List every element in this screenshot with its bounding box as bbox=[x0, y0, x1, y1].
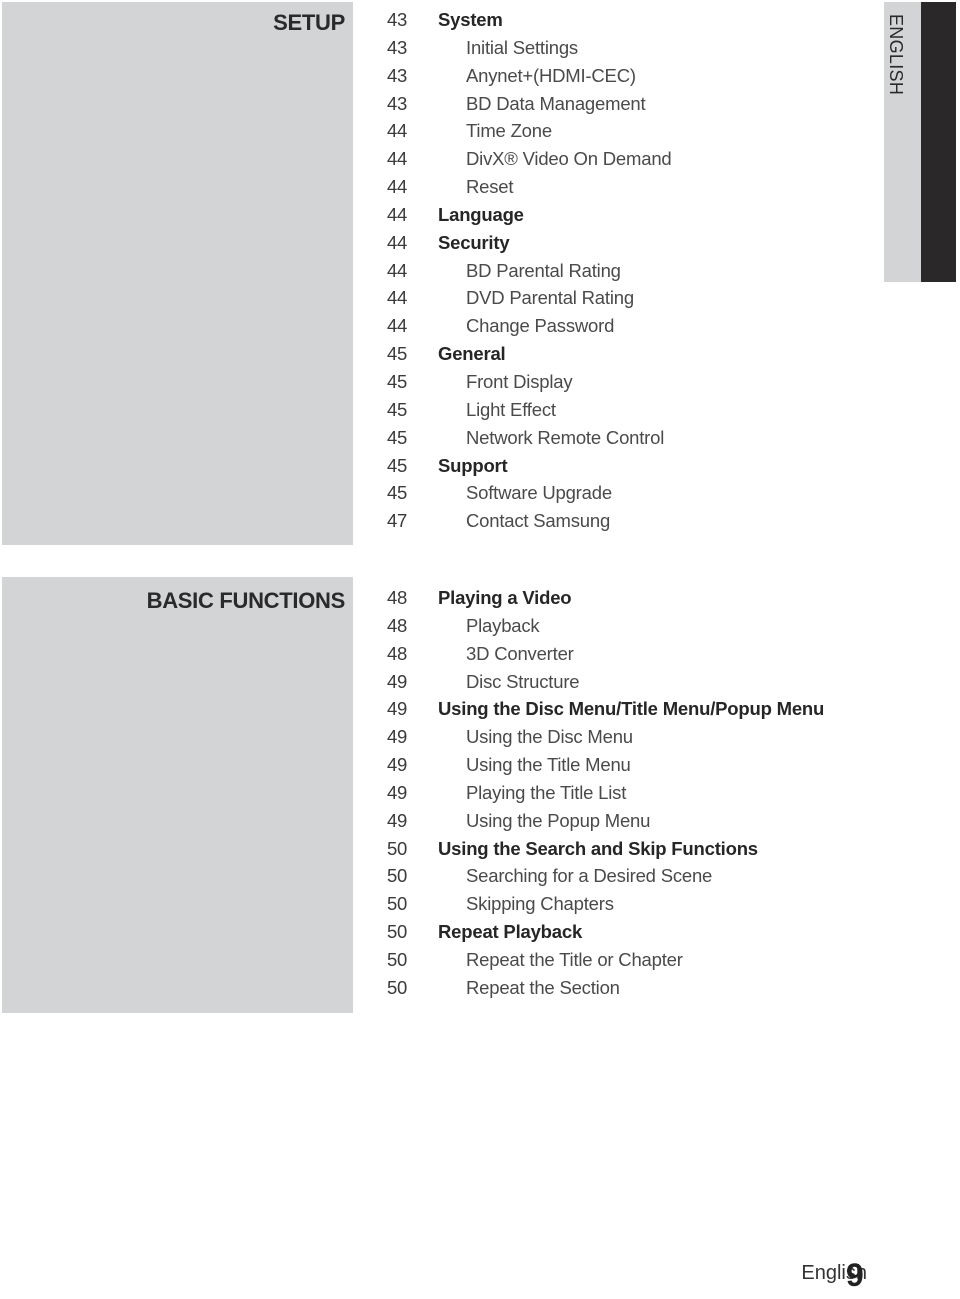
toc-page-number: 49 bbox=[387, 781, 407, 803]
toc-page-number: 49 bbox=[387, 809, 407, 831]
language-tab-label: ENGLISH bbox=[886, 14, 906, 96]
section-header-bar bbox=[2, 577, 353, 1013]
toc-page-number: 44 bbox=[387, 259, 407, 281]
toc-page-number: 50 bbox=[387, 921, 407, 943]
toc-page-number: 43 bbox=[387, 36, 407, 58]
toc-page-number: 49 bbox=[387, 698, 407, 720]
toc-entry-label: Disc Structure bbox=[466, 670, 580, 692]
toc-page-number: 49 bbox=[387, 754, 407, 776]
section-title: SETUP bbox=[273, 10, 345, 35]
toc-entry-label: Playing a Video bbox=[438, 587, 572, 608]
toc-entry-label: Anynet+(HDMI-CEC) bbox=[466, 64, 636, 86]
toc-entry-label: Software Upgrade bbox=[466, 482, 612, 504]
toc-page-number: 44 bbox=[387, 287, 407, 309]
toc-page-number: 45 bbox=[387, 454, 407, 476]
toc-entry-label: Reset bbox=[466, 176, 514, 198]
toc-page-number: 50 bbox=[387, 976, 407, 998]
toc-entry-label: Repeat the Title or Chapter bbox=[466, 948, 683, 970]
toc-entry-label: Using the Disc Menu/Title Menu/Popup Men… bbox=[438, 698, 825, 720]
toc-page-number: 43 bbox=[387, 9, 407, 30]
toc-page-number: 45 bbox=[387, 370, 407, 392]
toc-entry-label: Contact Samsung bbox=[466, 510, 611, 532]
toc-entry-label: System bbox=[438, 9, 503, 30]
toc-entry-label: Time Zone bbox=[466, 120, 552, 142]
toc-page-number: 49 bbox=[387, 670, 407, 692]
toc-entry-label: BD Data Management bbox=[466, 92, 646, 114]
toc-entry-label: Using the Disc Menu bbox=[466, 726, 633, 748]
language-tab-marker bbox=[921, 2, 956, 282]
toc-page-number: 44 bbox=[387, 120, 407, 142]
toc-entry-label: DivX® Video On Demand bbox=[466, 148, 672, 170]
toc-entry-label: 3D Converter bbox=[466, 642, 574, 664]
toc-page-number: 43 bbox=[387, 64, 407, 86]
toc-page-number: 45 bbox=[387, 482, 407, 504]
toc-entry-label: Network Remote Control bbox=[466, 426, 665, 448]
toc-page-number: 45 bbox=[387, 426, 407, 448]
toc-entry-label: Repeat the Section bbox=[466, 976, 620, 998]
section-header-bar bbox=[2, 2, 353, 545]
toc-page-number: 44 bbox=[387, 176, 407, 198]
toc-entry-label: Support bbox=[438, 454, 508, 476]
toc-entry-label: Repeat Playback bbox=[438, 921, 583, 943]
toc-page-number: 47 bbox=[387, 510, 407, 532]
toc-entry-label: Security bbox=[438, 231, 510, 253]
toc-entry-label: Initial Settings bbox=[466, 36, 578, 58]
toc-page-number: 48 bbox=[387, 587, 407, 608]
toc-page-number: 44 bbox=[387, 231, 407, 253]
toc-entry-label: Skipping Chapters bbox=[466, 893, 614, 915]
toc-entry-label: Searching for a Desired Scene bbox=[466, 865, 713, 887]
language-tab: ENGLISH bbox=[884, 2, 921, 282]
toc-page-number: 50 bbox=[387, 893, 407, 915]
toc-page-number: 50 bbox=[387, 837, 407, 859]
toc-entry-label: Using the Search and Skip Functions bbox=[438, 837, 758, 859]
toc-page-number: 44 bbox=[387, 315, 407, 337]
toc-entry-label: BD Parental Rating bbox=[466, 259, 621, 281]
toc-page-number: 44 bbox=[387, 203, 407, 225]
toc-page-number: 50 bbox=[387, 865, 407, 887]
toc-entry-label: Playing the Title List bbox=[466, 781, 627, 803]
toc-page-number: 48 bbox=[387, 614, 407, 636]
toc-entry-label: Front Display bbox=[466, 370, 573, 392]
toc-entry-label: Using the Popup Menu bbox=[466, 809, 651, 831]
section-title: BASIC FUNCTIONS bbox=[146, 588, 346, 613]
toc-entry-label: Change Password bbox=[466, 315, 615, 337]
toc-page-number: 45 bbox=[387, 343, 407, 365]
toc-page-number: 50 bbox=[387, 948, 407, 970]
toc-page-number: 48 bbox=[387, 642, 407, 664]
toc-entry-label: Light Effect bbox=[466, 398, 556, 420]
toc-page-number: 43 bbox=[387, 92, 407, 114]
footer-page-number: 9 bbox=[846, 1257, 864, 1293]
toc-entry-label: Language bbox=[438, 203, 524, 225]
toc-entry-label: DVD Parental Rating bbox=[466, 287, 634, 309]
toc-page-number: 45 bbox=[387, 398, 407, 420]
toc-page-number: 44 bbox=[387, 148, 407, 170]
toc-entry-label: Using the Title Menu bbox=[466, 754, 631, 776]
toc-entry-label: Playback bbox=[466, 614, 540, 636]
toc-page-number: 49 bbox=[387, 726, 407, 748]
toc-entry-label: General bbox=[438, 343, 506, 365]
